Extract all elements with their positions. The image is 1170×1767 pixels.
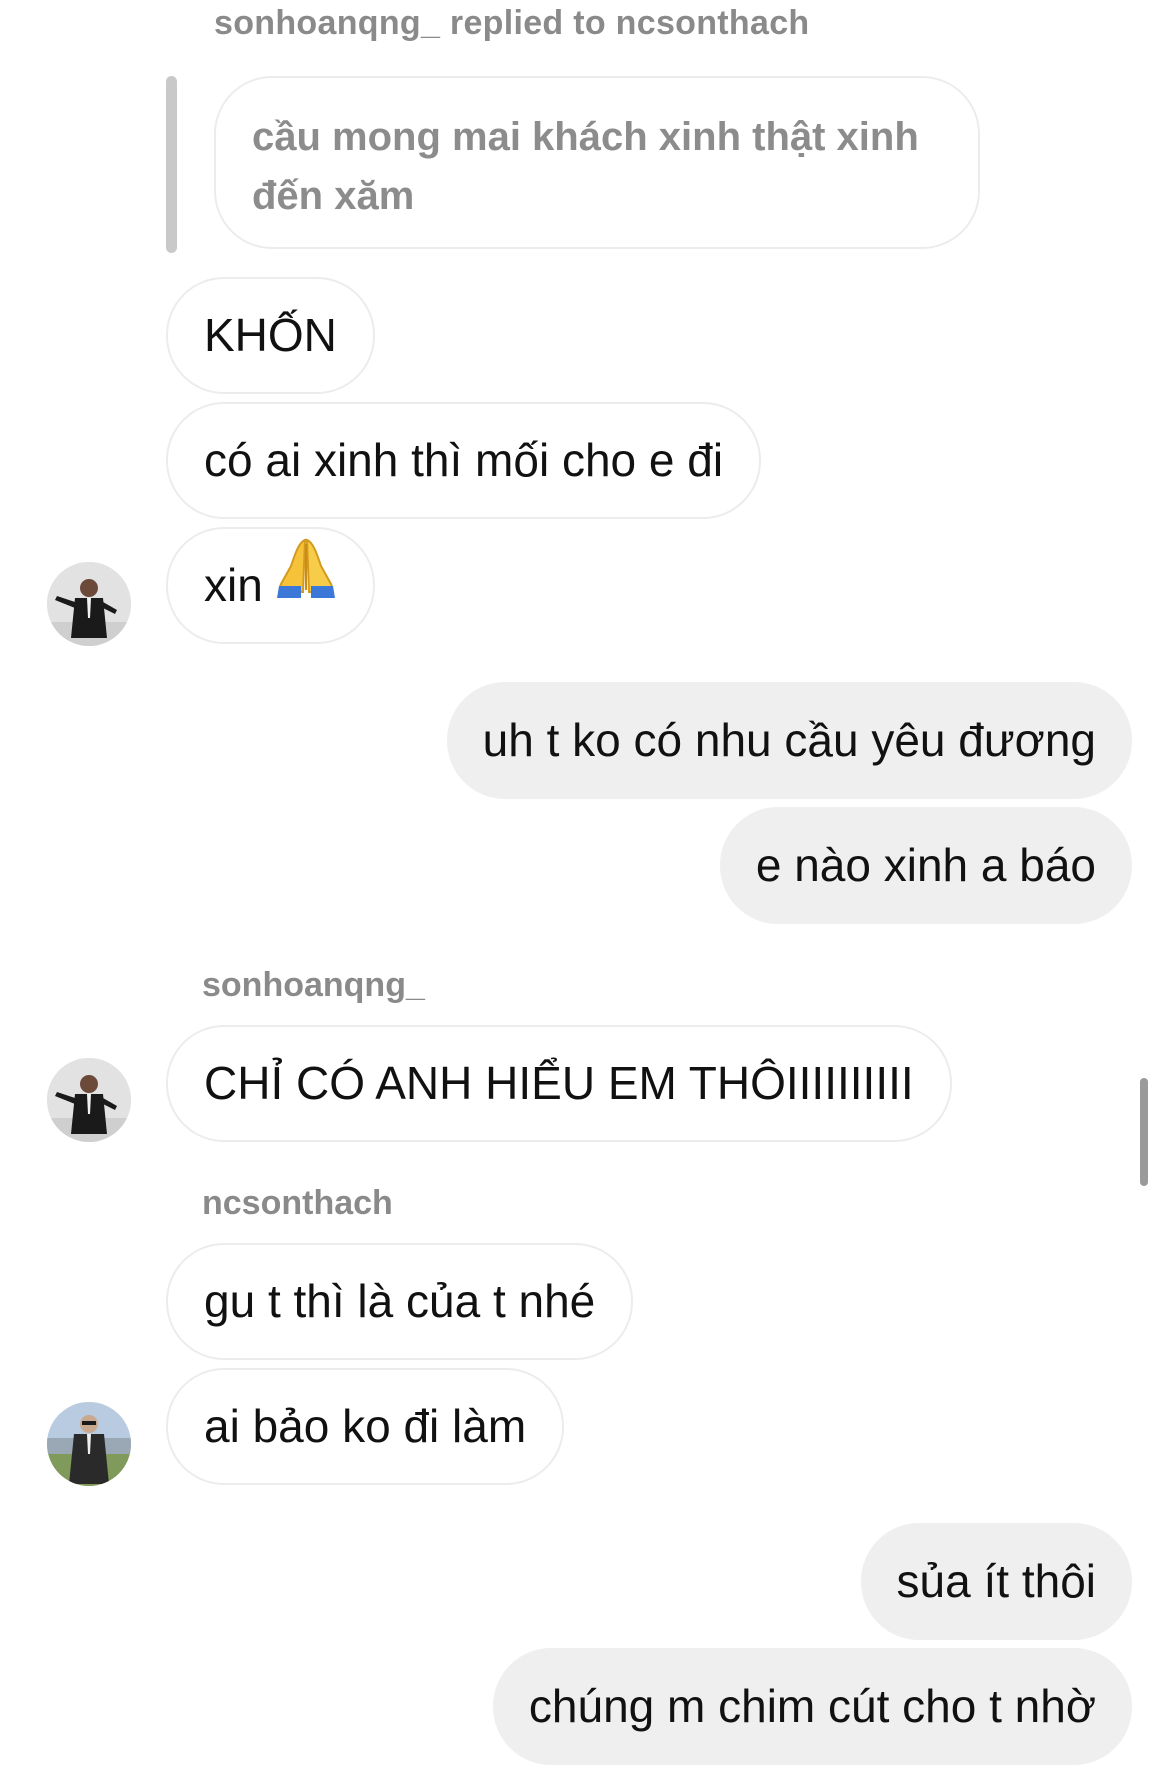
message-bubble-incoming[interactable]: ai bảo ko đi làm bbox=[166, 1368, 565, 1485]
message-bubble-incoming[interactable]: xin bbox=[166, 527, 375, 644]
message-text: xin bbox=[204, 559, 263, 611]
scrollbar-thumb[interactable] bbox=[1140, 1078, 1148, 1186]
message-bubble-incoming[interactable]: CHỈ CÓ ANH HIỂU EM THÔIIIIIIIIII bbox=[166, 1025, 952, 1142]
quoted-message[interactable]: cầu mong mai khách xinh thật xinh đến xă… bbox=[214, 76, 980, 249]
quote-bar bbox=[166, 76, 177, 253]
sender-name: sonhoanqng_ bbox=[202, 966, 425, 1004]
message-bubble-outgoing[interactable]: uh t ko có nhu cầu yêu đương bbox=[446, 682, 1132, 799]
profile-photo-man-suit bbox=[47, 562, 131, 646]
message-bubble-outgoing[interactable]: e nào xinh a báo bbox=[719, 807, 1132, 924]
message-bubble-incoming[interactable]: gu t thì là của t nhé bbox=[166, 1243, 634, 1360]
folded-hands-emoji bbox=[275, 528, 337, 641]
avatar-sonhoanqng[interactable] bbox=[47, 562, 131, 646]
message-bubble-incoming[interactable]: KHỐN bbox=[166, 277, 375, 394]
sender-name: ncsonthach bbox=[202, 1184, 393, 1222]
message-bubble-outgoing[interactable]: sủa ít thôi bbox=[860, 1523, 1132, 1640]
profile-photo-man-suit bbox=[47, 1058, 131, 1142]
reply-header: sonhoanqng_ replied to ncsonthach bbox=[214, 4, 810, 42]
message-bubble-incoming[interactable]: có ai xinh thì mối cho e đi bbox=[166, 402, 762, 519]
avatar-sonhoanqng[interactable] bbox=[47, 1058, 131, 1142]
profile-photo-man-sunglasses bbox=[47, 1402, 131, 1486]
message-bubble-outgoing[interactable]: chúng m chim cút cho t nhờ bbox=[492, 1648, 1132, 1765]
avatar-ncsonthach[interactable] bbox=[47, 1402, 131, 1486]
